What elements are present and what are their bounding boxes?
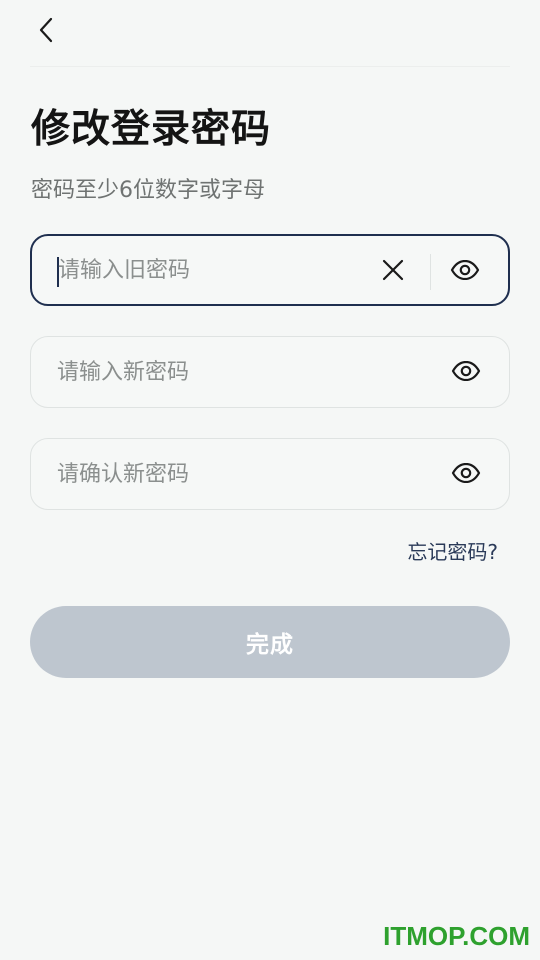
header-divider — [30, 66, 510, 67]
back-button[interactable] — [28, 14, 64, 50]
forgot-password-link[interactable]: 忘记密码? — [407, 536, 498, 565]
toggle-visibility-button[interactable] — [449, 459, 483, 491]
page-subtitle: 密码至少6位数字或字母 — [31, 178, 265, 203]
divider — [430, 254, 431, 290]
submit-button[interactable]: 完成 — [30, 606, 510, 678]
clear-button[interactable] — [378, 257, 408, 287]
eye-icon — [451, 360, 481, 385]
eye-icon — [451, 462, 481, 487]
new-password-field[interactable] — [30, 336, 510, 408]
confirm-password-input[interactable] — [57, 439, 357, 509]
confirm-password-field[interactable] — [30, 438, 510, 510]
eye-icon — [450, 259, 480, 284]
toggle-visibility-button[interactable] — [448, 256, 482, 288]
page-title: 修改登录密码 — [31, 107, 272, 152]
toggle-visibility-button[interactable] — [449, 357, 483, 389]
watermark: ITMOP.COM — [383, 921, 530, 951]
old-password-input[interactable] — [58, 236, 358, 304]
close-icon — [381, 258, 405, 286]
new-password-input[interactable] — [57, 337, 357, 407]
chevron-left-icon — [35, 16, 57, 48]
old-password-field[interactable] — [30, 234, 510, 306]
